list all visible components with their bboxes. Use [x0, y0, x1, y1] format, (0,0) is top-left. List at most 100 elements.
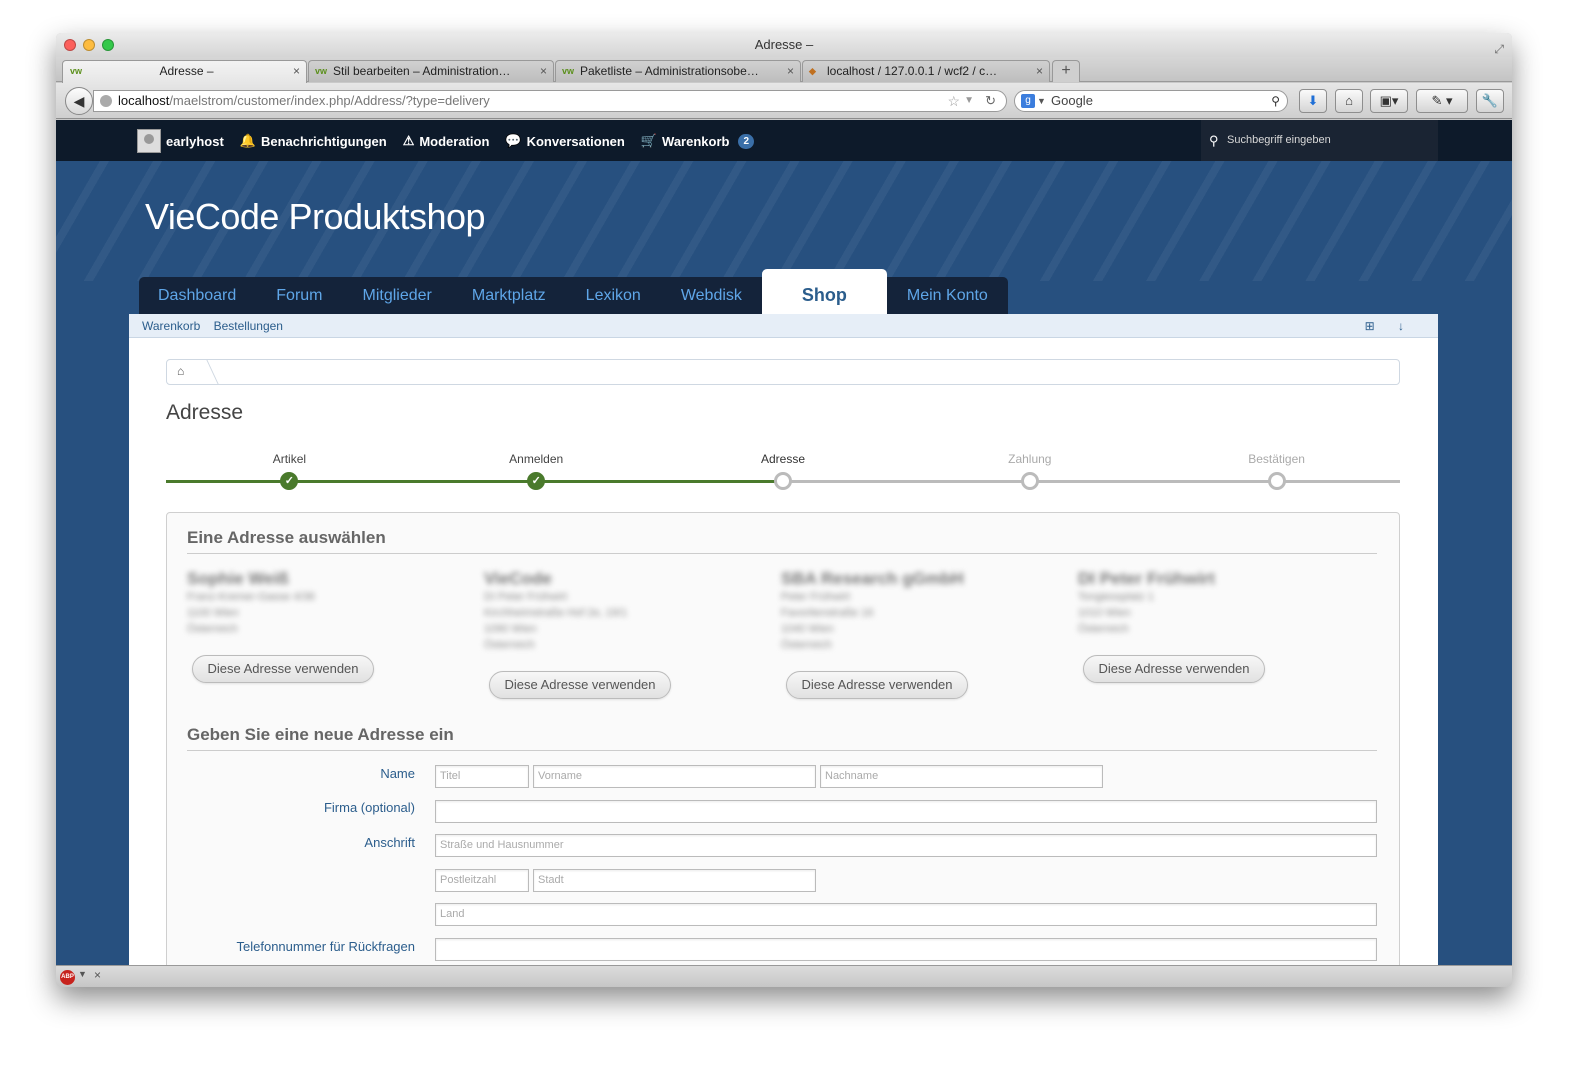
url-bar[interactable]: localhost/maelstrom/customer/index.php/A…: [93, 90, 1007, 112]
zoom-window-button[interactable]: [102, 39, 114, 51]
address-form-box: Eine Adresse auswählen Sophie Weiß Franz…: [166, 512, 1400, 965]
notifications-link[interactable]: 🔔 Benachrichtigungen: [240, 133, 387, 149]
conversations-link[interactable]: 💬 Konversationen: [505, 133, 624, 149]
new-tab-button[interactable]: +: [1052, 60, 1080, 82]
back-button[interactable]: ◀: [65, 87, 93, 115]
use-address-button-1[interactable]: Diese Adresse verwenden: [192, 655, 374, 683]
address-line: 1010 Wien: [1078, 607, 1131, 619]
tab-stil-bearbeiten[interactable]: vw Stil bearbeiten – Administration… ×: [308, 60, 554, 82]
progress-step-label: Adresse: [760, 452, 806, 466]
zip-input[interactable]: Postleitzahl: [435, 869, 529, 892]
phone-input[interactable]: [435, 938, 1377, 961]
nav-marktplatz[interactable]: Marktplatz: [451, 277, 566, 314]
nav-webdisk[interactable]: Webdisk: [660, 277, 762, 314]
address-name: SBA Research gGmbH: [781, 569, 964, 588]
tab-label: localhost / 127.0.0.1 / wcf2 / c…: [827, 64, 998, 78]
adblock-icon[interactable]: ABP: [60, 970, 75, 985]
progress-step-label: Artikel: [272, 452, 307, 466]
progress-step-dot: [1267, 472, 1286, 490]
google-icon: g: [1021, 94, 1035, 108]
globe-icon: [100, 95, 112, 107]
chat-bubbles-icon: 💬: [505, 133, 522, 148]
nav-shop[interactable]: Shop: [761, 269, 887, 314]
cart-count-badge: 2: [738, 133, 755, 149]
close-addon-bar-icon[interactable]: ×: [94, 968, 101, 982]
close-tab-icon[interactable]: ×: [787, 61, 794, 81]
search-engine-label: Google: [1051, 93, 1093, 108]
main-content: Warenkorb Bestellungen ⊞ ↓ ⌂ Adresse Art…: [129, 314, 1438, 965]
address-line: 1100 Wien: [187, 607, 239, 619]
site-logo[interactable]: VieCode Produktshop: [145, 196, 486, 238]
tab-adresse[interactable]: vw Adresse – ×: [62, 60, 307, 83]
bookmark-star-icon[interactable]: ☆: [947, 91, 960, 111]
tab-paketliste[interactable]: vw Paketliste – Administrationsobe… ×: [555, 60, 801, 82]
warning-icon: ⚠: [402, 133, 415, 148]
search-icon: ⚲: [1209, 133, 1219, 148]
subnav-warenkorb[interactable]: Warenkorb: [142, 319, 200, 333]
address-line: 1040 Wien: [781, 623, 834, 635]
reload-icon[interactable]: ↻: [985, 91, 996, 111]
firstname-input[interactable]: Vorname: [533, 765, 816, 788]
company-input[interactable]: [435, 800, 1377, 823]
lastname-input[interactable]: Nachname: [820, 765, 1103, 788]
site-search-input[interactable]: ⚲ Suchbegriff eingeben: [1201, 120, 1438, 161]
nav-mein-konto[interactable]: Mein Konto: [886, 277, 1008, 314]
use-address-button-4[interactable]: Diese Adresse verwenden: [1083, 655, 1265, 683]
progress-step-dot: [1020, 472, 1039, 490]
street-input[interactable]: Straße und Hausnummer: [435, 834, 1377, 857]
checkmark-icon: ✓: [280, 472, 299, 490]
cart-link[interactable]: 🛒 Warenkorb 2: [641, 133, 755, 149]
use-address-button-3[interactable]: Diese Adresse verwenden: [786, 671, 968, 699]
progress-step-label: Bestätigen: [1248, 452, 1305, 466]
nav-lexikon[interactable]: Lexikon: [565, 277, 661, 314]
downloads-button[interactable]: ⬇: [1299, 89, 1327, 113]
address-line: Franz-Kremer-Gasse 4/38: [187, 591, 315, 603]
tab-label: Stil bearbeiten – Administration…: [333, 64, 511, 78]
search-icon[interactable]: ⚲: [1271, 91, 1280, 111]
title-input[interactable]: Titel: [435, 765, 529, 788]
screenshot-button[interactable]: ▣▾: [1370, 89, 1408, 113]
search-bar[interactable]: g ▼ Google ⚲: [1014, 90, 1288, 112]
adblock-dropdown-icon[interactable]: ▼: [78, 969, 87, 979]
user-menu[interactable]: earlyhost: [137, 129, 224, 153]
address-line: Tongiessplatz 1: [1078, 591, 1154, 603]
browser-window: Adresse – ⤢ vw Adresse – × vw Stil bearb…: [56, 33, 1512, 987]
tab-phpmyadmin[interactable]: ◆ localhost / 127.0.0.1 / wcf2 / c… ×: [802, 60, 1050, 82]
city-input[interactable]: Stadt: [533, 869, 816, 892]
arrow-down-icon[interactable]: ↓: [1398, 319, 1404, 333]
address-card: SBA Research gGmbH Peter Frühwirt Favori…: [781, 569, 1041, 653]
nav-forum[interactable]: Forum: [256, 277, 343, 314]
notifications-label: Benachrichtigungen: [261, 133, 387, 149]
sub-navigation: Warenkorb Bestellungen ⊞ ↓: [129, 314, 1438, 338]
address-line: Kirchheimstraße Hof 2e, 19/1: [484, 607, 628, 619]
window-controls: [64, 39, 114, 51]
subnav-bestellungen[interactable]: Bestellungen: [214, 319, 283, 333]
use-address-button-2[interactable]: Diese Adresse verwenden: [489, 671, 671, 699]
url-host: localhost: [118, 93, 170, 108]
minimize-window-button[interactable]: [83, 39, 95, 51]
navigation-toolbar: ◀ localhost/maelstrom/customer/index.php…: [56, 83, 1512, 119]
moderation-link[interactable]: ⚠ Moderation: [403, 133, 490, 149]
nav-mitglieder[interactable]: Mitglieder: [342, 277, 452, 314]
progress-step-dot: [774, 472, 792, 490]
settings-wrench-button[interactable]: 🔧: [1476, 89, 1504, 113]
close-tab-icon[interactable]: ×: [540, 61, 547, 81]
address-label: Anschrift: [364, 835, 415, 850]
address-line: 1090 Wien: [484, 623, 537, 635]
breadcrumb: ⌂: [166, 359, 1400, 385]
cart-label: Warenkorb: [662, 133, 730, 149]
page-viewport: earlyhost 🔔 Benachrichtigungen ⚠ Moderat…: [56, 120, 1512, 965]
select-address-title: Eine Adresse auswählen: [187, 528, 1377, 554]
sitemap-icon[interactable]: ⊞: [1365, 319, 1375, 333]
home-button[interactable]: ⌂: [1335, 89, 1363, 113]
home-icon[interactable]: ⌂: [177, 364, 184, 378]
nav-dashboard[interactable]: Dashboard: [139, 277, 257, 314]
close-window-button[interactable]: [64, 39, 76, 51]
close-tab-icon[interactable]: ×: [293, 61, 300, 81]
history-dropdown-icon[interactable]: ▼: [964, 91, 974, 111]
address-line: Österreich: [187, 623, 238, 635]
search-engine-dropdown-icon[interactable]: ▼: [1037, 91, 1046, 111]
extension-button[interactable]: ✎ ▾: [1416, 89, 1468, 113]
country-input[interactable]: Land: [435, 903, 1377, 926]
close-tab-icon[interactable]: ×: [1036, 61, 1043, 81]
